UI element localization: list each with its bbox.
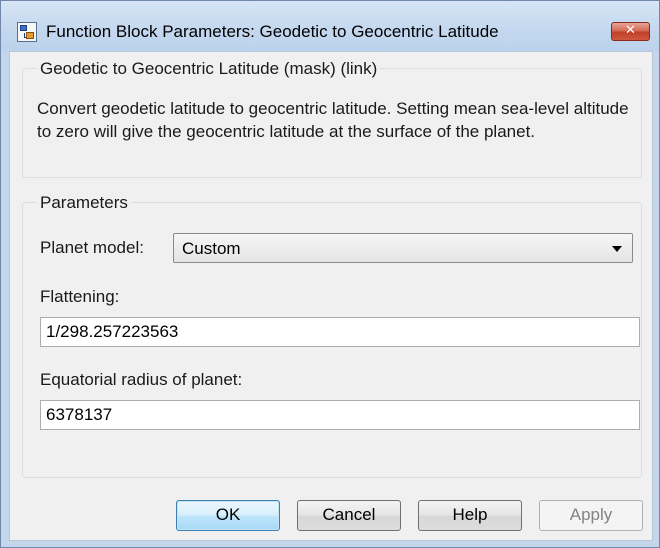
ok-button[interactable]: OK: [176, 500, 280, 531]
description-group-title: Geodetic to Geocentric Latitude (mask) (…: [37, 59, 381, 79]
equatorial-radius-input[interactable]: [40, 400, 640, 430]
flattening-label: Flattening:: [40, 287, 120, 306]
parameters-group: Parameters Planet model: Custom Flatteni…: [22, 193, 642, 478]
block-square-shape: [20, 25, 27, 31]
description-group: Geodetic to Geocentric Latitude (mask) (…: [22, 59, 642, 178]
cancel-button[interactable]: Cancel: [297, 500, 401, 531]
simulink-block-icon[interactable]: [17, 22, 37, 42]
dialog-window: Function Block Parameters: Geodetic to G…: [0, 0, 660, 548]
chevron-down-icon: [612, 246, 622, 252]
apply-button: Apply: [539, 500, 643, 531]
title-bar[interactable]: Function Block Parameters: Geodetic to G…: [1, 1, 659, 51]
planet-model-value: Custom: [182, 239, 241, 258]
parameters-group-title: Parameters: [37, 193, 131, 213]
help-button[interactable]: Help: [418, 500, 522, 531]
planet-model-select[interactable]: Custom: [173, 233, 633, 263]
block-description: Convert geodetic latitude to geocentric …: [37, 99, 629, 141]
window-title: Function Block Parameters: Geodetic to G…: [46, 22, 499, 41]
planet-model-label: Planet model:: [40, 238, 144, 257]
close-button[interactable]: ✕: [611, 22, 650, 41]
flattening-input[interactable]: [40, 317, 640, 347]
close-icon: ✕: [625, 23, 636, 38]
equatorial-radius-label: Equatorial radius of planet:: [40, 370, 243, 389]
dialog-client-area: Geodetic to Geocentric Latitude (mask) (…: [9, 51, 653, 541]
block-square-shape: [26, 32, 34, 39]
